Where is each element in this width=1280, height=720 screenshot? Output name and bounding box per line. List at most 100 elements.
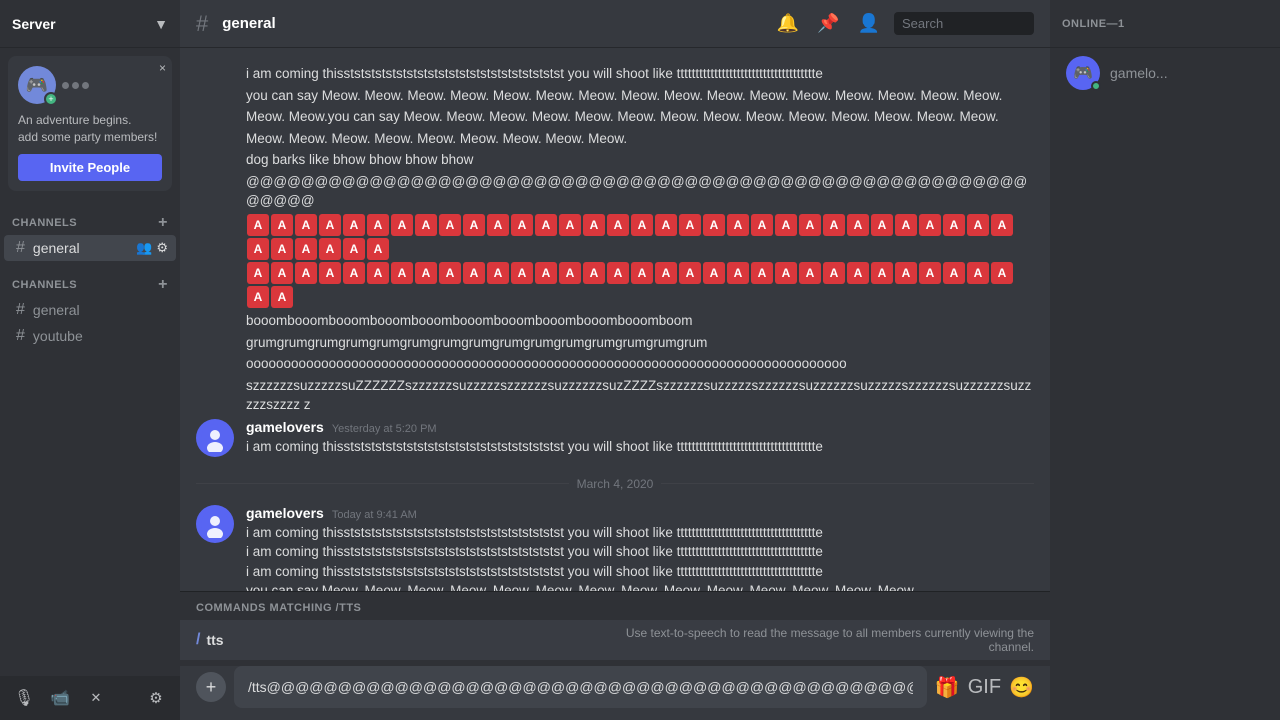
message-text-1: i am coming thisstststststststststststst… [246, 523, 1034, 543]
emoji-a: A [775, 262, 797, 284]
date-divider: March 4, 2020 [196, 477, 1034, 491]
online-status-indicator [1091, 81, 1101, 91]
emoji-a: A [751, 262, 773, 284]
message-input[interactable] [234, 666, 927, 708]
sidebar-item-youtube[interactable]: # youtube [4, 323, 176, 349]
invite-people-button[interactable]: Invite People [18, 154, 162, 181]
members-icon: 👥 [136, 240, 152, 256]
add-channel-button[interactable]: + [158, 215, 168, 231]
mic-icon[interactable]: 🎙 [10, 684, 38, 712]
input-bar: + 🎁 GIF 😊 [180, 666, 1050, 720]
emoji-a: A [295, 262, 317, 284]
emoji-a: A [943, 214, 965, 236]
message-timestamp: Yesterday at 5:20 PM [332, 423, 437, 435]
emoji-a: A [415, 214, 437, 236]
emoji-a: A [727, 214, 749, 236]
emoji-a: A [751, 214, 773, 236]
avatar [196, 505, 234, 543]
member-avatar: 🎮 [1066, 56, 1100, 90]
emoji-a: A [343, 238, 365, 260]
sidebar-item-general-voice[interactable]: # general [4, 297, 176, 323]
emoji-a: A [991, 262, 1013, 284]
search-input[interactable] [894, 12, 1034, 35]
avatar: 🎮 + [18, 66, 56, 104]
add-voice-channel-button[interactable]: + [158, 277, 168, 293]
emoji-a: A [415, 262, 437, 284]
chevron-down-icon[interactable]: ▼ [154, 16, 168, 32]
emoji-a: A [247, 286, 269, 308]
mute-icon[interactable]: ✕ [82, 684, 110, 712]
emoji-a: A [583, 214, 605, 236]
emoji-a: A [895, 214, 917, 236]
pin-icon[interactable]: 📌 [813, 9, 843, 38]
hash-icon-3: # [16, 327, 25, 345]
channel-icons: 👥 ⚙ [136, 240, 168, 256]
emoji-a: A [607, 262, 629, 284]
emoji-a: A [319, 214, 341, 236]
message-text: you can say Meow. Meow. Meow. Meow. Meow… [246, 86, 1034, 106]
emoji-a: A [799, 214, 821, 236]
slash-icon: / [196, 631, 200, 649]
emoji-a: A [343, 262, 365, 284]
party-avatars: 🎮 + [18, 66, 162, 104]
emoji-a: A [559, 214, 581, 236]
message-text-2: i am coming thisstststststststststststst… [246, 542, 1034, 562]
sidebar-header: Server ▼ [0, 0, 180, 48]
emoji-a: A [967, 262, 989, 284]
emoji-a: A [535, 262, 557, 284]
party-text: An adventure begins. add some party memb… [18, 112, 162, 146]
emoji-a: A [703, 262, 725, 284]
close-icon[interactable]: × [159, 62, 166, 74]
main-content: # general 🔔 📌 👤 i am coming thisstststst… [180, 0, 1050, 720]
emoji-a: A [703, 214, 725, 236]
emoji-a: A [295, 214, 317, 236]
voice-channels-label: CHANNELS [12, 279, 77, 291]
bell-icon[interactable]: 🔔 [773, 9, 803, 38]
members-toggle-icon[interactable]: 👤 [854, 9, 884, 38]
message-header: gamelovers Yesterday at 5:20 PM [246, 419, 1034, 435]
emoji-a: A [511, 262, 533, 284]
sidebar-bottom: 🎙 📹 ✕ ⚙ [0, 676, 180, 720]
emoji-a: A [631, 262, 653, 284]
member-item[interactable]: 🎮 gamelo... [1054, 50, 1276, 96]
message-text: szzzzzzsuzzzzzsuZZZZZZszzzzzzsuzzzzzszzz… [246, 376, 1034, 415]
emoji-a: A [319, 262, 341, 284]
emoji-a: A [727, 262, 749, 284]
emoji-a: A [439, 214, 461, 236]
add-attachment-button[interactable]: + [196, 672, 226, 702]
emoji-a: A [847, 262, 869, 284]
emoji-a: A [559, 262, 581, 284]
message-timestamp-today: Today at 9:41 AM [332, 509, 417, 521]
emoji-a: A [463, 262, 485, 284]
emoji-picker-icon[interactable]: 😊 [1009, 675, 1034, 700]
message-text-3: i am coming thisstststststststststststst… [246, 562, 1034, 582]
channel-name-label-2: general [33, 302, 80, 318]
gif-icon[interactable]: GIF [968, 676, 1001, 699]
left-sidebar: Server ▼ × 🎮 + An adventure begins. add … [0, 0, 180, 720]
emoji-a: A [679, 214, 701, 236]
settings-icon-bottom[interactable]: ⚙ [142, 684, 170, 712]
message-header-today: gamelovers Today at 9:41 AM [246, 505, 1034, 521]
emoji-a: A [799, 262, 821, 284]
emoji-a: A [847, 214, 869, 236]
video-icon[interactable]: 📹 [46, 684, 74, 712]
dot-2 [72, 82, 79, 89]
emoji-a: A [391, 214, 413, 236]
message-text-4: you can say Meow. Meow. Meow. Meow. Meow… [246, 581, 1034, 591]
emoji-a: A [247, 262, 269, 284]
gift-icon[interactable]: 🎁 [935, 675, 960, 700]
command-item-tts[interactable]: / tts Use text-to-speech to read the mes… [180, 620, 1050, 660]
emoji-a: A [343, 214, 365, 236]
channel-name-label-3: youtube [33, 328, 83, 344]
message-text: Meow. Meow. Meow. Meow. Meow. Meow. Meow… [246, 129, 1034, 149]
sidebar-item-general-text[interactable]: # general 👥 ⚙ [4, 235, 176, 261]
right-sidebar: ONLINE—1 🎮 gamelo... [1050, 0, 1280, 720]
message-text: oooooooooooooooooooooooooooooooooooooooo… [246, 354, 1034, 374]
input-icons: 🎁 GIF 😊 [935, 675, 1034, 700]
emoji-a: A [583, 262, 605, 284]
emoji-a: A [271, 286, 293, 308]
dot-1 [62, 82, 69, 89]
message-text: dog barks like bhow bhow bhow bhow [246, 150, 1034, 170]
online-header: ONLINE—1 [1050, 0, 1280, 48]
message-content-today: gamelovers Today at 9:41 AM i am coming … [246, 505, 1034, 591]
